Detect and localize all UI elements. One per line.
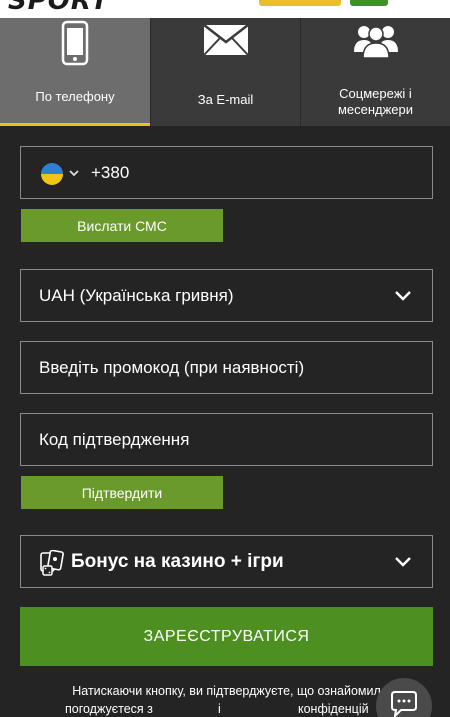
chat-icon xyxy=(389,690,419,717)
currency-value: UAH (Українська гривня) xyxy=(39,286,234,305)
terms-line-2: погоджуєтеся з і конфіденцій xyxy=(20,700,433,717)
phone-icon xyxy=(61,20,89,69)
register-button[interactable]: ЗАРЕЄСТРУВАТИСЯ xyxy=(20,607,433,666)
registration-tabs: По телефону За E-mail Соцмережі і месенд… xyxy=(0,18,450,126)
send-sms-button[interactable]: Вислати СМС xyxy=(21,209,223,242)
chevron-down-icon xyxy=(392,550,414,577)
chevron-down-icon xyxy=(392,284,414,311)
confirm-button[interactable]: Підтвердити xyxy=(21,476,223,509)
logo: SPORT xyxy=(8,0,110,16)
terms-text-part: і xyxy=(218,702,221,716)
top-header: SPORT xyxy=(0,0,450,18)
header-yellow-button[interactable] xyxy=(259,0,341,6)
tab-social-messengers[interactable]: Соцмережі і месенджери xyxy=(300,18,450,126)
tab-label: За E-mail xyxy=(197,92,254,107)
tab-label: По телефону xyxy=(35,89,115,104)
envelope-icon xyxy=(202,24,249,59)
confirmation-code-field[interactable]: Код підтвердження xyxy=(20,413,433,466)
terms-text-part: погоджуєтеся з xyxy=(65,702,153,716)
users-icon xyxy=(353,22,399,61)
terms-text: Натискаючи кнопку, ви підтверджуєте, що … xyxy=(20,682,433,716)
chevron-down-icon[interactable] xyxy=(68,166,80,182)
header-green-button[interactable] xyxy=(350,0,388,6)
bonus-select[interactable]: Бонус на казино + ігри xyxy=(20,535,433,588)
phone-input[interactable] xyxy=(131,155,421,191)
phone-field: +380 xyxy=(20,146,433,199)
phone-prefix: +380 xyxy=(91,163,130,182)
casino-icon xyxy=(40,549,64,581)
promo-code-placeholder: Введіть промокод (при наявності) xyxy=(39,358,305,377)
ukraine-flag-icon[interactable] xyxy=(41,163,63,185)
tab-by-email[interactable]: За E-mail xyxy=(150,18,300,126)
privacy-policy-link[interactable]: конфіденцій xyxy=(298,700,369,717)
terms-line-1: Натискаючи кнопку, ви підтверджуєте, що … xyxy=(72,684,381,698)
bonus-value: Бонус на казино + ігри xyxy=(71,551,284,572)
currency-select[interactable]: UAH (Українська гривня) xyxy=(20,269,433,322)
tab-label: Соцмережі і месенджери xyxy=(337,86,414,117)
tab-by-phone[interactable]: По телефону xyxy=(0,18,150,126)
promo-code-field[interactable]: Введіть промокод (при наявності) xyxy=(20,341,433,394)
confirmation-code-placeholder: Код підтвердження xyxy=(39,430,190,449)
